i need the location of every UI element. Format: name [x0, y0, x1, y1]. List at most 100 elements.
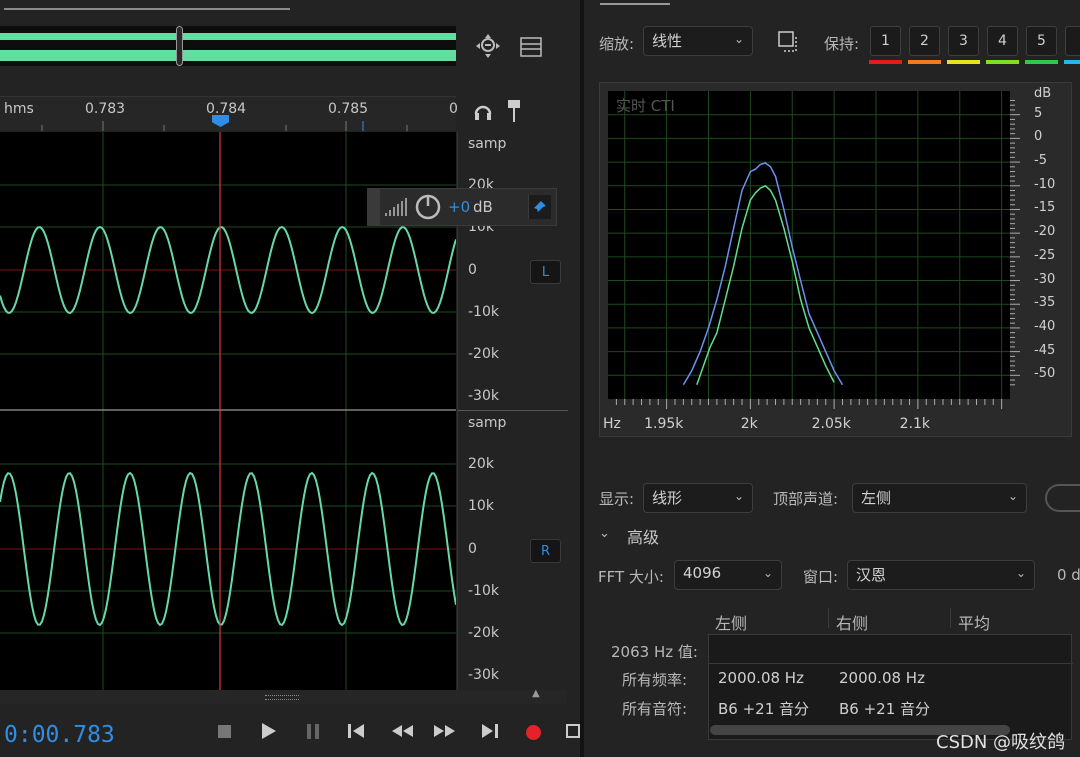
channel-right-button[interactable]: R: [530, 539, 561, 563]
db-partial: 0 d: [1057, 566, 1080, 584]
x-axis-label: Hz: [603, 416, 621, 432]
row-label: 2063 Hz 值:: [611, 643, 698, 661]
hold-button-2[interactable]: 2: [909, 26, 940, 56]
level-meter-icon: [385, 198, 407, 216]
waveform-panel: hms 0.783 0.784 0.785 0 samp 20k 10k 0 -…: [0, 0, 580, 757]
menu-icon[interactable]: [520, 37, 542, 57]
current-time-display[interactable]: 0:00.783: [4, 722, 115, 748]
channel-left-button[interactable]: L: [530, 260, 561, 284]
hold-button-more[interactable]: [1065, 26, 1080, 56]
hud-grip-icon[interactable]: [368, 189, 380, 225]
display-label: 显示:: [599, 490, 635, 508]
zoom-select[interactable]: 线性 ⌄: [643, 26, 753, 56]
cell-left: 2000.08 Hz: [718, 669, 804, 687]
hold-color-5: [1025, 60, 1058, 64]
chevron-down-icon: ⌄: [762, 566, 773, 580]
y-tick-label: 5: [1034, 105, 1043, 121]
amp-label: -10k: [468, 583, 499, 599]
skip-start-icon[interactable]: [347, 722, 365, 745]
y-tick-label: -15: [1034, 200, 1056, 216]
hud-value[interactable]: +0: [448, 198, 470, 216]
header-sep: [828, 608, 829, 628]
hud-unit: dB: [473, 198, 493, 216]
ruler-tick: 0.785: [328, 101, 369, 117]
hold-button-4[interactable]: 4: [987, 26, 1018, 56]
zoom-label: 缩放:: [599, 35, 635, 53]
amp-label: samp: [468, 136, 507, 152]
ruler-unit: hms: [4, 101, 34, 117]
marker-pin-icon[interactable]: [507, 99, 521, 123]
fft-value: 4096: [683, 564, 722, 582]
scroll-up-icon[interactable]: ▲: [532, 688, 540, 699]
y-tick-label: -45: [1034, 342, 1056, 358]
chevron-down-icon: ⌄: [733, 489, 744, 503]
overview-scroll-handle[interactable]: [176, 26, 183, 66]
y-axis-label: dB: [1034, 86, 1052, 101]
hold-button-1[interactable]: 1: [870, 26, 901, 56]
play-icon[interactable]: [262, 723, 276, 739]
amp-label: -10k: [468, 304, 499, 320]
col-header-left: 左侧: [715, 614, 748, 633]
chevron-down-icon: ⌄: [1007, 489, 1018, 503]
horizontal-scrollbar[interactable]: ▲: [0, 688, 567, 704]
top-channel-select[interactable]: 左侧 ⌄: [852, 483, 1027, 513]
cell-right: 2000.08 Hz: [839, 669, 925, 687]
top-channel-label: 顶部声道:: [773, 490, 839, 508]
advanced-label[interactable]: 高级: [627, 524, 659, 548]
amp-label: 0: [468, 262, 477, 278]
y-tick-label: -30: [1034, 271, 1056, 287]
display-select[interactable]: 线形 ⌄: [643, 483, 753, 513]
amp-label: -20k: [468, 346, 499, 362]
time-ruler[interactable]: hms 0.783 0.784 0.785 0: [0, 96, 458, 131]
record-icon[interactable]: [526, 725, 541, 740]
chevron-down-icon: ⌄: [1015, 566, 1026, 580]
hold-button-3[interactable]: 3: [948, 26, 979, 56]
y-tick-label: 0: [1034, 129, 1043, 145]
pause-icon[interactable]: [307, 724, 319, 739]
panel-title-fragment: [600, 0, 670, 5]
fft-label: FFT 大小:: [598, 568, 664, 586]
copy-icon[interactable]: [778, 31, 800, 53]
amp-label: 10k: [468, 498, 494, 514]
headphone-icon[interactable]: [473, 101, 493, 121]
hold-button-5[interactable]: 5: [1026, 26, 1057, 56]
y-tick-label: -40: [1034, 318, 1056, 334]
display-value: 线形: [652, 489, 683, 507]
fast-forward-icon[interactable]: [433, 722, 457, 745]
y-tick-label: -35: [1034, 295, 1056, 311]
header-sep: [950, 608, 951, 628]
y-tick-label: -5: [1034, 153, 1047, 169]
amp-label: -20k: [468, 625, 499, 641]
y-tick-label: -10: [1034, 176, 1056, 192]
loop-icon[interactable]: [566, 722, 580, 745]
amp-label: -30k: [468, 667, 499, 683]
spectrum-chart[interactable]: 实时 CTI: [599, 82, 1072, 437]
top-channel-value: 左侧: [861, 489, 892, 507]
rewind-icon[interactable]: [390, 722, 414, 745]
toggle-button[interactable]: [1045, 484, 1080, 512]
volume-hud[interactable]: +0 dB: [367, 188, 557, 226]
chevron-down-icon[interactable]: ⌄: [599, 526, 610, 541]
hold-color-6: [1064, 60, 1080, 64]
fft-size-select[interactable]: 4096 ⌄: [674, 560, 782, 590]
x-tick-label: 1.95k: [644, 416, 684, 432]
volume-knob-icon[interactable]: [414, 193, 442, 221]
amp-label: samp: [468, 415, 507, 431]
y-tick-label: -25: [1034, 247, 1056, 263]
stop-icon[interactable]: [218, 725, 231, 738]
window-select[interactable]: 汉恩 ⌄: [847, 560, 1035, 590]
ruler-tick: 0.784: [206, 101, 247, 117]
x-tick-label: 2k: [740, 416, 758, 432]
x-tick-label: 2.05k: [811, 416, 851, 432]
zoom-value: 线性: [652, 32, 683, 50]
zoom-icon[interactable]: [476, 34, 500, 58]
hold-label: 保持:: [824, 35, 860, 53]
amp-label: 20k: [468, 456, 494, 472]
y-tick-label: -50: [1034, 366, 1056, 382]
overview-bar[interactable]: [0, 26, 456, 66]
skip-end-icon[interactable]: [481, 722, 499, 745]
chart-title: 实时 CTI: [616, 97, 675, 115]
header-underline: [4, 8, 290, 10]
watermark: CSDN @吸纹鸽: [936, 732, 1066, 753]
hud-pin-button[interactable]: [528, 195, 551, 219]
